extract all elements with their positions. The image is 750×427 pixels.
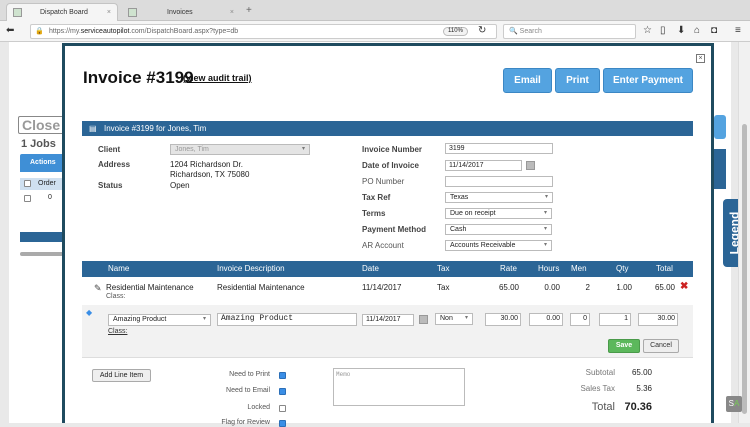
calendar-icon[interactable] xyxy=(419,315,428,324)
need-to-print-checkbox[interactable] xyxy=(279,372,286,379)
invoice-date-input[interactable]: 11/14/2017 xyxy=(445,160,522,171)
close-tab-icon[interactable]: × xyxy=(107,9,111,16)
page-scrollbar[interactable] xyxy=(738,42,750,423)
back-icon[interactable]: ⬅ xyxy=(6,25,14,36)
new-tab-button[interactable]: + xyxy=(246,5,252,16)
client-select[interactable]: Jones, Tim xyxy=(170,144,310,155)
calendar-icon[interactable] xyxy=(526,161,535,170)
enter-payment-button[interactable]: Enter Payment xyxy=(603,68,693,93)
close-tab-icon[interactable]: × xyxy=(230,9,234,16)
tab-invoices[interactable]: Invoices × xyxy=(122,3,240,21)
product-select[interactable]: Amazing Product xyxy=(108,314,211,326)
pocket-icon[interactable]: ◘ xyxy=(711,25,717,36)
tab-bar: Dispatch Board × Invoices × + xyxy=(0,0,750,21)
edit-line-item-row: ◆ Amazing Product Class: Amazing Product… xyxy=(82,305,693,357)
zoom-level[interactable]: 110% xyxy=(443,27,468,36)
total-input[interactable]: 30.00 xyxy=(638,313,678,326)
delete-icon[interactable]: ✖ xyxy=(680,281,688,292)
memo-textarea[interactable]: Memo xyxy=(333,368,465,406)
subtotal-value: 65.00 xyxy=(631,368,652,377)
invoice-number-input[interactable]: 3199 xyxy=(445,143,553,154)
line-tax-select[interactable]: Non xyxy=(435,313,473,325)
locked-checkbox[interactable] xyxy=(279,405,286,412)
tab-dispatch-board[interactable]: Dispatch Board × xyxy=(6,3,118,21)
clipboard-icon[interactable]: ▯ xyxy=(660,25,666,36)
select-all-checkbox[interactable] xyxy=(24,180,31,187)
total-value: 70.36 xyxy=(624,401,652,413)
jobs-count: 1 Jobs xyxy=(21,138,56,150)
download-icon[interactable]: ⬇ xyxy=(677,25,685,36)
status-value: Open xyxy=(170,181,190,190)
search-input[interactable]: 🔍 Search xyxy=(503,24,636,39)
line-items-header: Name Invoice Description Date Tax Rate H… xyxy=(82,261,693,277)
invoice-icon: ▤ xyxy=(89,124,97,133)
men-input[interactable]: 0 xyxy=(570,313,590,326)
invoice-modal: × Invoice #3199 (view audit trail) Email… xyxy=(62,43,714,427)
sales-tax-value: 5.36 xyxy=(636,384,652,393)
table-row: ✎ Residential Maintenance Class: Residen… xyxy=(94,281,689,300)
email-button[interactable]: Email xyxy=(503,68,552,93)
rate-input[interactable]: 30.00 xyxy=(485,313,521,326)
bookmark-star-icon[interactable]: ☆ xyxy=(643,25,652,36)
sa-logo-icon[interactable]: SA xyxy=(726,396,742,412)
tax-ref-select[interactable]: Texas xyxy=(445,192,553,203)
reload-icon[interactable]: ↻ xyxy=(478,25,486,36)
favicon-icon xyxy=(13,8,22,17)
row-checkbox[interactable] xyxy=(24,195,31,202)
hours-input[interactable]: 0.00 xyxy=(529,313,563,326)
payment-method-select[interactable]: Cash xyxy=(445,224,552,235)
terms-select[interactable]: Due on receipt xyxy=(445,208,552,219)
close-icon[interactable]: × xyxy=(696,54,705,63)
qty-input[interactable]: 1 xyxy=(599,313,631,326)
invoice-section-header: ▤ Invoice #3199 for Jones, Tim xyxy=(82,121,693,136)
close-button[interactable]: Close xyxy=(18,116,68,134)
flag-for-review-checkbox[interactable] xyxy=(279,420,286,427)
line-date-input[interactable]: 11/14/2017 xyxy=(362,314,414,326)
view-audit-trail-link[interactable]: (view audit trail) xyxy=(183,73,252,83)
edit-pencil-icon[interactable]: ✎ xyxy=(94,283,102,294)
favicon-icon xyxy=(128,7,137,17)
po-number-input[interactable] xyxy=(445,176,553,187)
drag-handle-icon[interactable]: ◆ xyxy=(86,308,92,317)
page-title: Invoice #3199 xyxy=(83,68,194,87)
url-bar[interactable]: 🔒 https://my.serviceautopilot.com/Dispatc… xyxy=(30,24,497,39)
home-icon[interactable]: ⌂ xyxy=(694,25,700,36)
cancel-button[interactable]: Cancel xyxy=(643,339,679,353)
add-line-item-button[interactable]: Add Line Item xyxy=(92,369,151,382)
ar-account-select[interactable]: Accounts Receivable xyxy=(445,240,552,251)
class-link[interactable]: Class: xyxy=(108,328,127,335)
menu-icon[interactable]: ≡ xyxy=(735,25,741,36)
description-input[interactable]: Amazing Product xyxy=(217,313,357,326)
need-to-email-checkbox[interactable] xyxy=(279,388,286,395)
print-button[interactable]: Print xyxy=(555,68,600,93)
save-button[interactable]: Save xyxy=(608,339,640,353)
nav-bar: ⬅ 🔒 https://my.serviceautopilot.com/Dispa… xyxy=(0,21,750,42)
